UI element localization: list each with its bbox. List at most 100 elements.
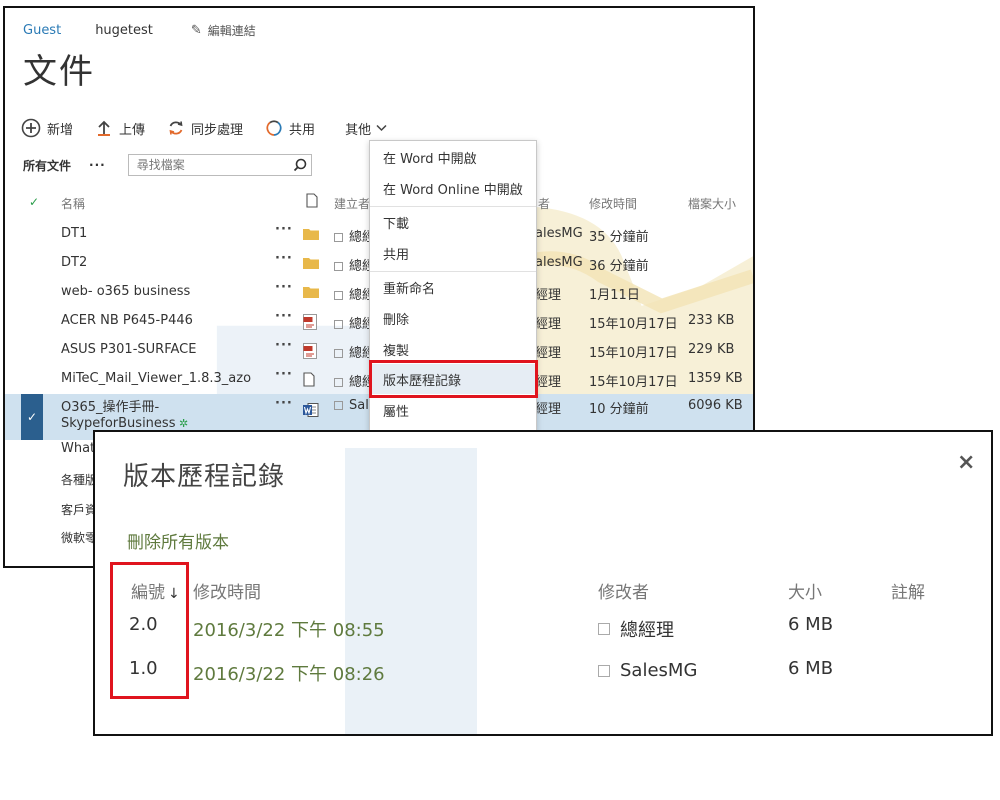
row-actions-ellipsis[interactable]: ··· — [275, 367, 293, 382]
row-actions-ellipsis[interactable]: ··· — [275, 280, 293, 295]
selected-checkmark-icon[interactable]: ✓ — [21, 394, 43, 440]
share-button[interactable]: 共用 — [265, 119, 315, 138]
header-comments[interactable]: 註解 — [891, 578, 925, 603]
file-modified: 1月11日 — [589, 288, 640, 303]
header-modified[interactable]: 修改時間 — [193, 578, 261, 603]
file-modified: 35 分鐘前 — [589, 230, 649, 245]
upload-button[interactable]: 上傳 — [95, 119, 145, 138]
sync-label: 同步處理 — [191, 122, 244, 138]
file-name[interactable]: DT2 — [61, 255, 87, 270]
breadcrumb-site[interactable]: hugetest — [95, 23, 153, 38]
more-label: 其他 — [345, 122, 372, 138]
file-modified: 10 分鐘前 — [589, 402, 649, 417]
version-modified-link[interactable]: 2016/3/22 下午 08:26 — [193, 660, 385, 686]
close-icon[interactable]: × — [957, 450, 975, 475]
presence-icon — [334, 262, 343, 271]
menu-delete[interactable]: 刪除 — [370, 303, 536, 333]
all-documents-view[interactable]: 所有文件 — [23, 157, 71, 174]
presence-icon — [334, 401, 343, 410]
menu-download[interactable]: 下載 — [370, 207, 536, 237]
column-size[interactable]: 檔案大小 — [688, 195, 736, 212]
partial-row[interactable]: 各種版 — [61, 471, 97, 488]
edit-links-label: 編輯連結 — [207, 24, 256, 38]
upload-icon — [95, 119, 113, 137]
file-modified: 15年10月17日 — [589, 317, 678, 332]
search-input[interactable] — [134, 157, 285, 173]
presence-icon — [334, 320, 343, 329]
breadcrumb: Guest hugetest ✎ 編輯連結 — [23, 22, 256, 39]
file-modifier[interactable]: alesMG — [535, 226, 583, 241]
view-options-ellipsis[interactable]: ··· — [89, 158, 106, 172]
file-size: 1359 KB — [688, 371, 743, 386]
column-creator[interactable]: 建立者 — [334, 195, 370, 212]
menu-open-in-word-online[interactable]: 在 Word Online 中開啟 — [370, 173, 536, 203]
folder-icon — [303, 256, 319, 273]
file-modifier[interactable]: 經理 — [535, 342, 561, 361]
column-name[interactable]: 名稱 — [61, 195, 85, 212]
file-name[interactable]: web- o365 business — [61, 284, 190, 299]
file-modifier[interactable]: 經理 — [535, 313, 561, 332]
presence-icon — [598, 664, 610, 677]
column-modified[interactable]: 修改時間 — [589, 195, 637, 212]
file-modifier[interactable]: alesMG — [535, 255, 583, 270]
partial-row[interactable]: 客戶資 — [61, 501, 97, 518]
row-actions-ellipsis[interactable]: ··· — [275, 222, 293, 237]
pencil-icon: ✎ — [190, 23, 202, 38]
presence-icon — [334, 291, 343, 300]
chevron-down-icon — [376, 124, 387, 132]
select-all-checkmark-icon[interactable]: ✓ — [29, 195, 39, 209]
file-size: 229 KB — [688, 342, 735, 357]
sync-button[interactable]: 同步處理 — [167, 119, 243, 138]
row-actions-ellipsis[interactable]: ··· — [275, 396, 293, 411]
presence-icon — [334, 378, 343, 387]
file-modified: 36 分鐘前 — [589, 259, 649, 274]
menu-share[interactable]: 共用 — [370, 238, 536, 268]
file-name[interactable]: ASUS P301-SURFACE — [61, 342, 196, 357]
search-icon[interactable] — [293, 158, 307, 172]
share-icon — [265, 119, 283, 137]
folder-icon — [303, 285, 319, 302]
plus-circle-icon — [21, 118, 41, 138]
upload-label: 上傳 — [119, 122, 146, 138]
menu-properties[interactable]: 屬性 — [370, 395, 536, 425]
file-modifier[interactable]: 經理 — [535, 371, 561, 390]
file-type-header-icon — [306, 193, 318, 211]
search-box — [127, 154, 312, 176]
file-name[interactable]: ACER NB P645-P446 — [61, 313, 193, 328]
new-button[interactable]: 新增 — [21, 118, 73, 138]
file-modifier[interactable]: 經理 — [535, 284, 561, 303]
row-actions-ellipsis[interactable]: ··· — [275, 309, 293, 324]
menu-open-in-word[interactable]: 在 Word 中開啟 — [370, 142, 536, 172]
breadcrumb-guest[interactable]: Guest — [23, 23, 61, 38]
presence-icon — [598, 623, 610, 635]
row-actions-ellipsis[interactable]: ··· — [275, 338, 293, 353]
version-size: 6 MB — [788, 614, 834, 635]
delete-all-versions-link[interactable]: 刪除所有版本 — [127, 528, 229, 553]
header-modifier[interactable]: 修改者 — [598, 578, 649, 603]
menu-rename[interactable]: 重新命名 — [370, 272, 536, 302]
more-button[interactable]: 其他 — [345, 119, 387, 138]
word-icon — [303, 402, 319, 422]
column-modifier[interactable]: 者 — [538, 195, 550, 212]
version-modifier-name[interactable]: 總經理 — [620, 616, 674, 642]
file-size: 233 KB — [688, 313, 735, 328]
version-modified-link[interactable]: 2016/3/22 下午 08:55 — [193, 616, 385, 642]
file-name[interactable]: MiTeC_Mail_Viewer_1.8.3_azo — [61, 371, 251, 386]
file-modified: 15年10月17日 — [589, 375, 678, 390]
partial-row[interactable]: 微軟零 — [61, 529, 97, 546]
version-modifier: 總經理 — [598, 616, 674, 642]
version-history-dialog: 版本歷程記錄 × 刪除所有版本 編號 ↓ 修改時間 修改者 大小 註解 2.0 2… — [93, 430, 993, 736]
partial-row[interactable]: What — [61, 441, 95, 456]
file-name-line2[interactable]: SkypeforBusiness ✲ — [61, 416, 188, 431]
edit-links-button[interactable]: ✎ 編輯連結 — [191, 22, 256, 39]
file-name[interactable]: DT1 — [61, 226, 87, 241]
file-icon — [303, 372, 315, 391]
version-size: 6 MB — [788, 658, 834, 679]
new-label: 新增 — [47, 122, 74, 138]
version-modifier-name[interactable]: SalesMG — [620, 660, 697, 681]
file-modifier[interactable]: 經理 — [535, 398, 561, 417]
file-name[interactable]: O365_操作手冊- — [61, 396, 159, 415]
header-size[interactable]: 大小 — [788, 578, 822, 603]
row-actions-ellipsis[interactable]: ··· — [275, 251, 293, 266]
view-row: 所有文件 ··· — [23, 154, 312, 176]
